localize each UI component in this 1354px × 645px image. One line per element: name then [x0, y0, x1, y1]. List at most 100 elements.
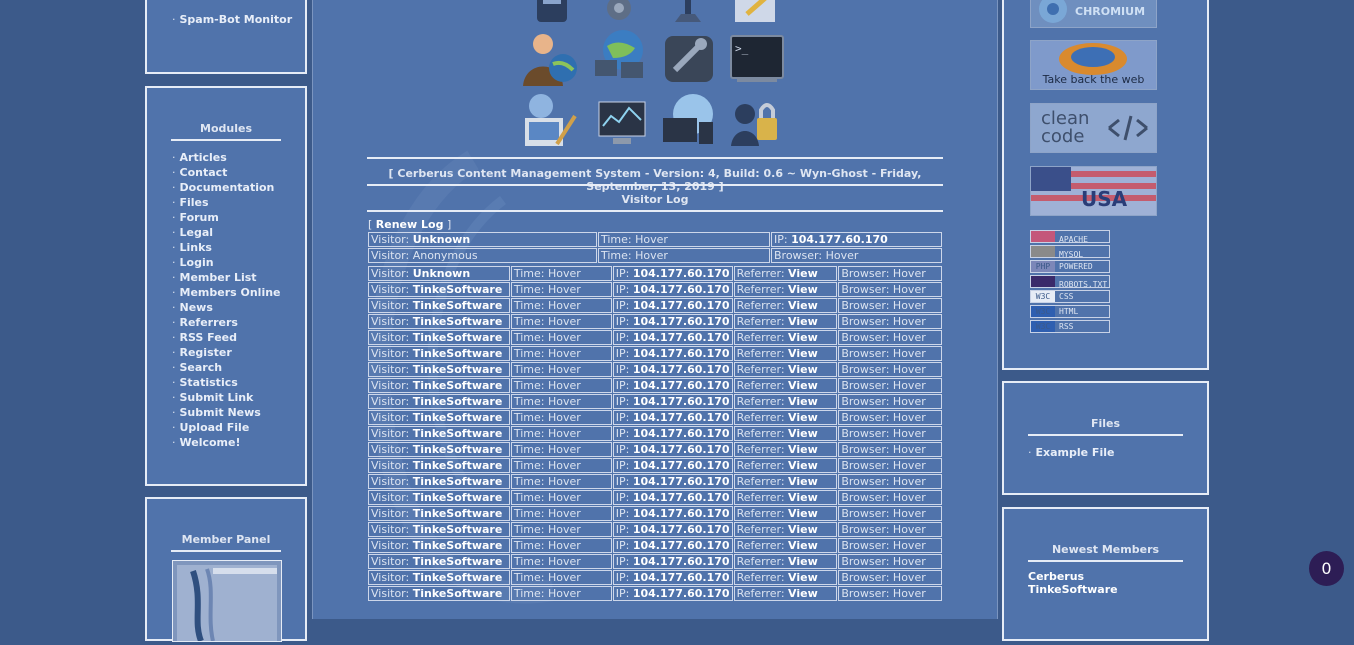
apache-badge[interactable]: APACHE [1030, 230, 1110, 243]
made-in-usa-banner[interactable]: USA [1030, 166, 1157, 216]
referrer-view-link[interactable]: View [788, 523, 818, 536]
visitor-name: TinkeSoftware [412, 395, 503, 408]
ip-label: IP: [615, 571, 630, 584]
member-link-tinkesoftware[interactable]: TinkeSoftware [1028, 583, 1118, 596]
referrer-view-link[interactable]: View [788, 491, 818, 504]
sidebar-module-link[interactable]: · Legal [172, 225, 281, 240]
table-row: Visitor: TinkeSoftware Time: Hover IP: 104… [368, 378, 942, 393]
w3c-rss-badge[interactable]: W3C RSS [1030, 320, 1110, 333]
sidebar-module-link[interactable]: · Articles [172, 150, 281, 165]
renew-log-link[interactable]: Renew Log [376, 218, 444, 231]
browser-value: Browser: Hover [841, 571, 926, 584]
ip-value: 104.177.60.170 [632, 347, 730, 360]
referrer-view-link[interactable]: View [788, 539, 818, 552]
referrer-view-link[interactable]: View [788, 267, 818, 280]
sidebar-module-link[interactable]: · Links [172, 240, 281, 255]
php-badge[interactable]: PHP POWERED [1030, 260, 1110, 273]
monitoring-icon[interactable] [593, 94, 651, 150]
devices-globe-icon[interactable] [659, 92, 717, 148]
table-row: Visitor: TinkeSoftware Time: Hover IP: 104… [368, 474, 942, 489]
chromium-banner[interactable]: CHROMIUM [1030, 0, 1157, 28]
notification-counter-button[interactable]: 0 [1309, 551, 1344, 586]
time-cell: Time: Hover [510, 522, 612, 537]
sidebar-module-link[interactable]: · Files [172, 195, 281, 210]
referrer-label: Referrer: [736, 507, 785, 520]
file-link-example[interactable]: · Example File [1028, 445, 1114, 460]
referrer-view-link[interactable]: View [788, 331, 818, 344]
referrer-view-link[interactable]: View [788, 459, 818, 472]
user-computer-icon[interactable] [519, 92, 577, 148]
mysql-badge[interactable]: MYSQL [1030, 245, 1110, 258]
referrer-view-link[interactable]: View [788, 443, 818, 456]
browser-value: Browser: Hover [841, 427, 926, 440]
referrer-view-link[interactable]: View [788, 379, 818, 392]
referrer-view-link[interactable]: View [788, 347, 818, 360]
referrer-view-link[interactable]: View [788, 507, 818, 520]
referrer-view-link[interactable]: View [788, 283, 818, 296]
sidebar-module-link[interactable]: · Referrers [172, 315, 281, 330]
referrer-view-link[interactable]: View [788, 395, 818, 408]
referrer-view-link[interactable]: View [788, 299, 818, 312]
referrer-view-link[interactable]: View [788, 363, 818, 376]
sidebar-module-link[interactable]: · Contact [172, 165, 281, 180]
time-cell: Time: Hover [510, 410, 612, 425]
document-edit-icon[interactable] [727, 0, 785, 26]
sidebar-link-spam-bot-monitor[interactable]: · Spam-Bot Monitor [172, 12, 292, 27]
w3c-css-badge[interactable]: W3C CSS [1030, 290, 1110, 303]
robots-badge[interactable]: ROBOTS.TXT [1030, 275, 1110, 288]
sidebar-module-link[interactable]: · Welcome! [172, 435, 281, 450]
network-share-icon[interactable] [659, 0, 717, 26]
server-icon[interactable] [523, 0, 581, 26]
visitor-cell: Visitor: TinkeSoftware [368, 490, 510, 505]
sidebar-module-link[interactable]: · Forum [172, 210, 281, 225]
network-globe-icon[interactable] [589, 28, 647, 84]
referrer-view-link[interactable]: View [788, 427, 818, 440]
sidebar-module-link[interactable]: · Documentation [172, 180, 281, 195]
sidebar-module-link[interactable]: · News [172, 300, 281, 315]
sidebar-module-link[interactable]: · Submit News [172, 405, 281, 420]
sidebar-module-link[interactable]: · Submit Link [172, 390, 281, 405]
sidebar-module-link[interactable]: · Login [172, 255, 281, 270]
browser-cell: Browser: Hover [838, 378, 942, 393]
sidebar-module-link[interactable]: · Member List [172, 270, 281, 285]
referrer-view-link[interactable]: View [788, 315, 818, 328]
visitor-cell: Visitor: TinkeSoftware [368, 282, 510, 297]
ip-label: IP: [615, 299, 630, 312]
sidebar-module-link[interactable]: · RSS Feed [172, 330, 281, 345]
firefox-banner[interactable]: Take back the web [1030, 40, 1157, 90]
referrer-view-link[interactable]: View [788, 555, 818, 568]
visitor-name: TinkeSoftware [412, 523, 503, 536]
sidebar-module-link[interactable]: · Upload File [172, 420, 281, 435]
ip-cell: IP: 104.177.60.170 [612, 410, 733, 425]
visitor-cell: Visitor: TinkeSoftware [368, 394, 510, 409]
ip-label: IP: [615, 315, 630, 328]
clean-code-banner[interactable]: clean code [1030, 103, 1157, 153]
robots-badge-label: ROBOTS.TXT [1059, 280, 1108, 288]
time-value: Time: Hover [513, 347, 581, 360]
browser-value: Browser: Hover [841, 283, 926, 296]
member-link-cerberus[interactable]: Cerberus [1028, 570, 1118, 583]
sidebar-module-link[interactable]: · Register [172, 345, 281, 360]
referrer-view-link[interactable]: View [788, 587, 818, 600]
gear-icon[interactable] [589, 0, 647, 26]
time-value: Time: Hover [513, 299, 581, 312]
referrer-view-link[interactable]: View [788, 571, 818, 584]
visitor-cell: Visitor: TinkeSoftware [368, 474, 510, 489]
sidebar-module-link[interactable]: · Statistics [172, 375, 281, 390]
referrer-label: Referrer: [736, 443, 785, 456]
top-links-list: · Spam-Bot Monitor [172, 12, 292, 27]
referrer-cell: Referrer: View [733, 330, 838, 345]
visitor-cell: Visitor: TinkeSoftware [368, 442, 510, 457]
visitor-name: TinkeSoftware [412, 571, 503, 584]
sidebar-module-link[interactable]: · Search [172, 360, 281, 375]
sidebar-module-link[interactable]: · Members Online [172, 285, 281, 300]
user-lock-icon[interactable] [727, 92, 785, 148]
visitor-cell: Visitor: TinkeSoftware [368, 554, 510, 569]
referrer-view-link[interactable]: View [788, 411, 818, 424]
tools-icon[interactable] [659, 30, 717, 86]
user-globe-icon[interactable] [519, 30, 577, 86]
terminal-icon[interactable]: >_ [727, 30, 785, 86]
ip-cell: IP: 104.177.60.170 [612, 586, 733, 601]
referrer-view-link[interactable]: View [788, 475, 818, 488]
w3c-html-badge[interactable]: W3C HTML [1030, 305, 1110, 318]
